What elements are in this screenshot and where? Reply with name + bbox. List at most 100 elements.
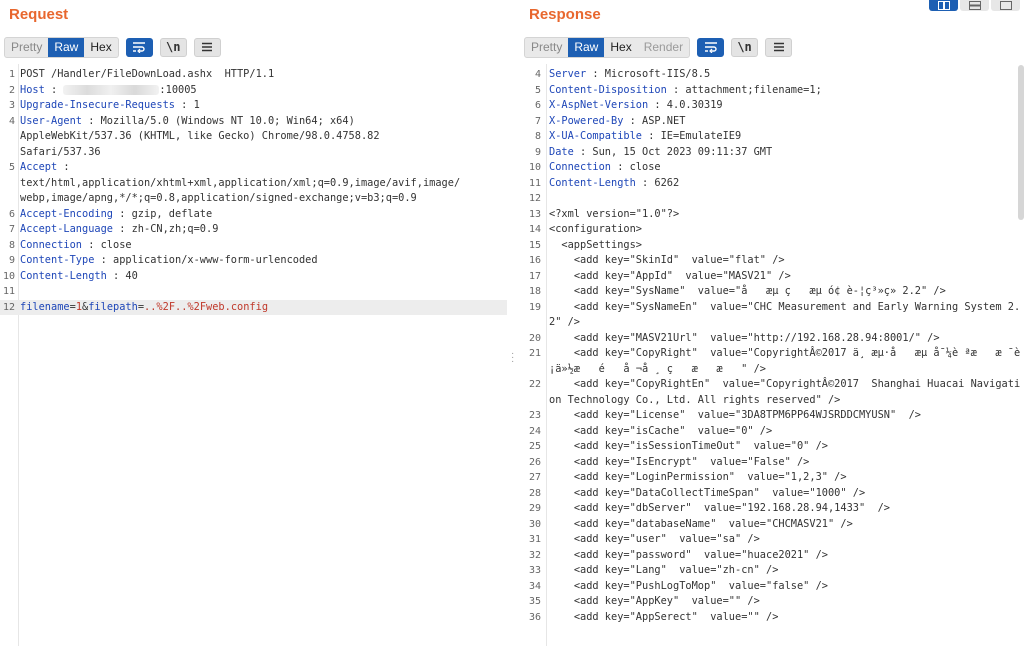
header-value: <add key="SysNameEn" value="CHC Measurem… <box>549 300 1021 329</box>
header-name: Content-Type <box>20 254 95 266</box>
line-number: 4 <box>8 115 15 127</box>
code-line: Safari/537.36 <box>0 145 507 161</box>
tab-raw[interactable]: Raw <box>568 37 605 57</box>
tab-hex[interactable]: Hex <box>604 38 637 57</box>
code-line: 20 <add key="MASV21Url" value="http://19… <box>520 331 1024 347</box>
header-name: X-UA-Compatible <box>549 130 642 142</box>
line-number: 10 <box>528 162 541 173</box>
tab-pretty[interactable]: Pretty <box>5 38 48 57</box>
line-number: 11 <box>2 286 15 297</box>
newline-icon[interactable]: \n <box>159 37 187 57</box>
wrap-icon[interactable] <box>697 37 725 57</box>
code-line: 4 User-Agent : Mozilla/5.0 (Windows NT 10… <box>0 114 507 130</box>
header-name: Connection <box>20 238 82 251</box>
menu-icon[interactable] <box>765 37 793 57</box>
code-line: 19 <add key="SysNameEn" value="CHC Measu… <box>520 300 1024 331</box>
header-value: AppleWebKit/537.36 (KHTML, like Gecko) C… <box>20 130 380 142</box>
header-value: <add key="PushLogToMop" value="false" /> <box>549 579 828 592</box>
header-name: Content-Length <box>20 269 107 282</box>
tab-pretty[interactable]: Pretty <box>525 38 568 57</box>
code-line: 23 <add key="License" value="3DA8TPM6PP6… <box>520 408 1024 424</box>
line-number: 30 <box>528 518 541 530</box>
code-line: 9 Date : Sun, 15 Oct 2023 09:11:37 GMT <box>520 145 1024 161</box>
header-value: <add key="isCache" value="0" /> <box>549 424 773 437</box>
request-editor[interactable]: 1 POST /Handler/FileDownLoad.ashx HTTP/1.… <box>0 67 507 315</box>
wrap-icon[interactable] <box>125 37 153 57</box>
line-number: 31 <box>528 534 541 545</box>
line-number: 27 <box>528 472 541 483</box>
code-line: AppleWebKit/537.36 (KHTML, like Gecko) C… <box>0 129 507 145</box>
code-line: 35 <add key="AppKey" value="" /> <box>520 594 1024 610</box>
request-toolbar: Pretty Raw Hex \n <box>4 36 221 58</box>
line-number: 15 <box>528 239 541 251</box>
line-number: 7 <box>8 224 15 235</box>
header-value: <add key="CopyRightEn" value="CopyrightÂ… <box>549 378 1021 406</box>
header-value: <add key="dbServer" value="192.168.28.94… <box>549 502 890 514</box>
line-number: 13 <box>528 208 541 220</box>
line-number: 1 <box>8 69 15 80</box>
code-line: 32 <add key="password" value="huace2021"… <box>520 548 1024 564</box>
line-number: 23 <box>528 410 541 421</box>
tab-render[interactable]: Render <box>638 38 689 57</box>
response-title: Response <box>529 6 601 23</box>
header-value: : 6262 <box>635 176 680 189</box>
header-value: Safari/537.36 <box>20 145 101 158</box>
code-line: 11 Content-Length : 6262 <box>520 176 1024 192</box>
header-value: : 40 <box>106 269 138 282</box>
response-scrollbar[interactable] <box>1018 65 1024 220</box>
header-value: : 4.0.30319 <box>648 99 723 111</box>
code-line: 14 <configuration> <box>520 222 1024 238</box>
line-number: 24 <box>528 425 541 437</box>
code-line: webp,image/apng,*/*;q=0.8,application/si… <box>0 191 507 207</box>
header-value: <add key="LoginPermission" value="1,2,3"… <box>549 471 847 483</box>
header-value: POST /Handler/FileDownLoad.ashx HTTP/1.1 <box>20 68 275 80</box>
header-name: Host <box>20 83 45 96</box>
header-name: Accept-Language <box>20 223 113 235</box>
pane-divider[interactable]: · · · <box>511 349 515 367</box>
tab-hex[interactable]: Hex <box>84 38 117 57</box>
response-pane: Response Pretty Raw Hex Render \n 4 Serve… <box>520 0 1024 646</box>
header-value: : Mozilla/5.0 (Windows NT 10.0; Win64; x… <box>82 114 355 127</box>
request-view-tabs: Pretty Raw Hex <box>4 36 119 58</box>
header-value: : attachment;filename=1; <box>666 83 822 96</box>
line-number: 8 <box>8 239 15 251</box>
header-value: <add key="Lang" value="zh-cn" /> <box>549 564 779 576</box>
header-value: <configuration> <box>549 223 642 235</box>
header-name: User-Agent <box>20 114 82 127</box>
header-value: <?xml version="1.0"?> <box>549 207 680 220</box>
line-number: 21 <box>528 348 541 359</box>
code-line: 9 Content-Type : application/x-www-form-u… <box>0 253 507 269</box>
line-number: 20 <box>528 332 541 344</box>
header-value: <add key="SysName" value="å æµ ç æµ ó¢ è… <box>549 285 946 297</box>
code-line: 36 <add key="AppSerect" value="" /> <box>520 610 1024 626</box>
line-number: 32 <box>528 549 541 561</box>
tab-raw[interactable]: Raw <box>48 37 85 57</box>
header-value: <add key="databaseName" value="CHCMASV21… <box>549 517 853 530</box>
menu-icon[interactable] <box>193 37 221 57</box>
response-view-tabs: Pretty Raw Hex Render <box>524 36 691 58</box>
line-number: 26 <box>528 456 541 468</box>
header-value: <add key="AppKey" value="" /> <box>549 595 760 607</box>
line-number: 5 <box>534 84 541 96</box>
newline-icon[interactable]: \n <box>731 37 759 57</box>
line-number: 7 <box>534 115 541 127</box>
line-number: 18 <box>528 286 541 297</box>
code-line: 11 <box>0 284 507 300</box>
line-number: 3 <box>8 100 15 111</box>
line-number: 12 <box>528 193 541 204</box>
header-value: : zh-CN,zh;q=0.9 <box>113 223 219 235</box>
response-editor[interactable]: 4 Server : Microsoft-IIS/8.5 5 Content-Disp… <box>520 67 1024 625</box>
line-number: 10 <box>2 270 15 282</box>
code-line: 13 <?xml version="1.0"?> <box>520 207 1024 223</box>
header-value: : application/x-www-form-urlencoded <box>94 254 318 266</box>
code-line: 6 X-AspNet-Version : 4.0.30319 <box>520 98 1024 114</box>
header-name: X-AspNet-Version <box>549 99 649 111</box>
header-value: text/html,application/xhtml+xml,applicat… <box>20 176 461 189</box>
line-number: 9 <box>534 146 541 158</box>
line-number: 33 <box>528 565 541 576</box>
header-value: : gzip, deflate <box>113 207 213 220</box>
code-line: 24 <add key="isCache" value="0" /> <box>520 424 1024 440</box>
code-line: 10 Connection : close <box>520 160 1024 176</box>
header-value: <add key="IsEncrypt" value="False" /> <box>549 455 810 468</box>
line-number: 19 <box>528 301 541 313</box>
